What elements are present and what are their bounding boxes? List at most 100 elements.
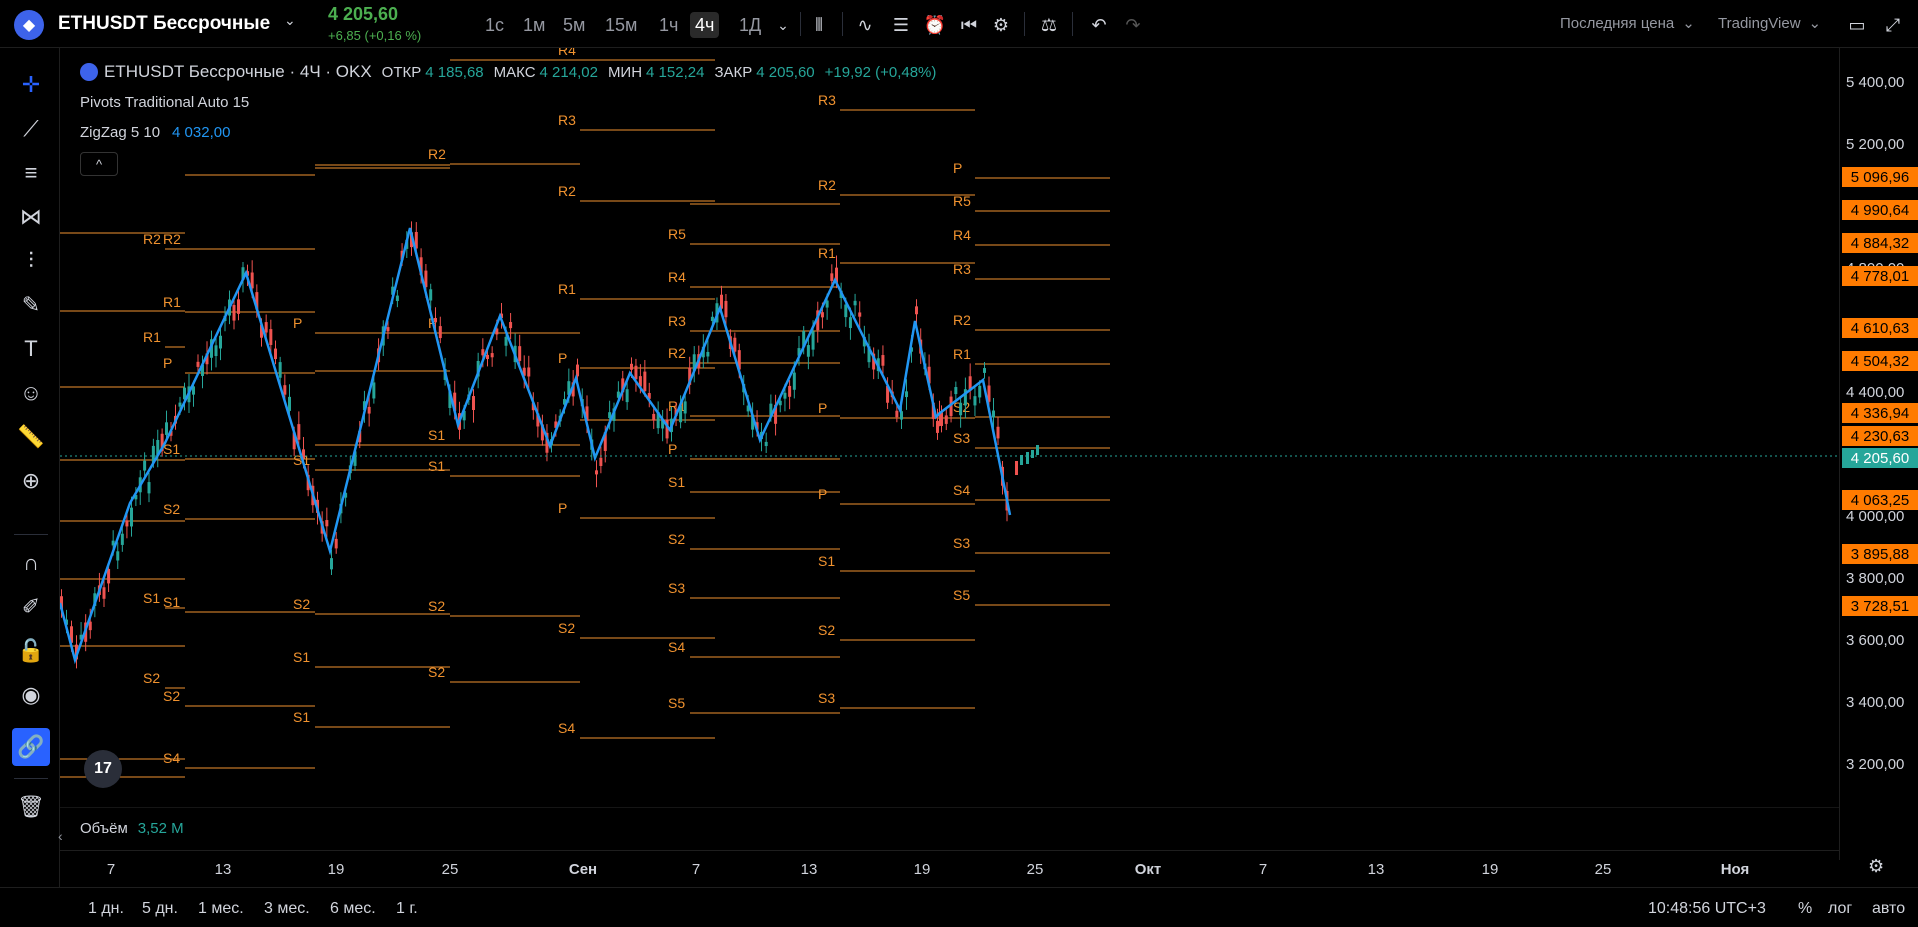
indicator-zigzag[interactable]: ZigZag 5 10 4 032,00 xyxy=(80,124,230,141)
candle-body xyxy=(905,391,908,398)
trash-icon[interactable]: 🗑 xyxy=(12,788,50,826)
pivot-label: R5 xyxy=(668,226,686,242)
brand-menu[interactable]: TradingView ⌄ xyxy=(1718,14,1821,33)
price-type-menu[interactable]: Последняя цена ⌄ xyxy=(1560,14,1695,33)
templates-icon[interactable]: ☰ xyxy=(888,12,914,38)
prediction-icon[interactable]: ⫶ xyxy=(12,242,50,280)
indicators-icon[interactable]: ∿ xyxy=(852,12,878,38)
low-value: 4 152,24 xyxy=(646,63,705,81)
pivot-price-badge: 4 884,32 xyxy=(1842,233,1918,253)
emoji-icon[interactable]: ☺ xyxy=(12,374,50,412)
indicator-pivots[interactable]: Pivots Traditional Auto 15 xyxy=(80,94,253,111)
low-label: МИН xyxy=(607,63,643,81)
pivot-label: R1 xyxy=(163,294,181,310)
time-tick: 13 xyxy=(1367,861,1385,878)
auto-toggle[interactable]: авто xyxy=(1872,900,1905,918)
chevron-left-icon[interactable]: ‹ xyxy=(58,828,63,844)
crosshair-icon[interactable]: ✛ xyxy=(12,66,50,104)
pivot-label: S2 xyxy=(143,670,160,686)
redo-icon[interactable]: ↷ xyxy=(1120,12,1146,38)
candle-body xyxy=(434,318,437,323)
timeframe-5m[interactable]: 5м xyxy=(558,12,590,38)
trend-line-icon[interactable]: ⟋ xyxy=(12,110,50,148)
pivot-label: P xyxy=(163,355,172,371)
candle-body xyxy=(283,385,287,395)
candle-body xyxy=(625,389,629,403)
candle-body xyxy=(820,312,824,318)
pivot-label: R1 xyxy=(818,245,836,261)
price-type-label: Последняя цена xyxy=(1560,14,1675,32)
undo-icon[interactable]: ↶ xyxy=(1086,12,1112,38)
pivot-label: S4 xyxy=(953,482,970,498)
legend-title[interactable]: ETHUSDT Бессрочные · 4Ч · OKX xyxy=(104,62,372,82)
percent-toggle[interactable]: % xyxy=(1798,900,1812,918)
range-1m[interactable]: 1 мес. xyxy=(198,900,244,918)
current-price-badge: 4 205,60 xyxy=(1842,448,1918,468)
candle-body xyxy=(915,306,918,315)
timeframe-1s[interactable]: 1с xyxy=(480,12,509,38)
candle-body xyxy=(599,457,603,467)
candle-body xyxy=(237,299,240,314)
brush-icon[interactable]: ✎ xyxy=(12,286,50,324)
clock[interactable]: 10:48:56 UTC+3 xyxy=(1648,900,1766,918)
chevron-down-icon[interactable]: ⌄ xyxy=(284,12,296,29)
settings-gear-icon[interactable]: ⚙ xyxy=(988,12,1014,38)
alert-icon[interactable]: ⏰ xyxy=(922,12,948,38)
eye-icon[interactable]: ◉ xyxy=(12,676,50,714)
close-value: 4 205,60 xyxy=(756,63,815,81)
timeframe-1h[interactable]: 1ч xyxy=(654,12,683,38)
pivot-label: S2 xyxy=(163,688,180,704)
range-5d[interactable]: 5 дн. xyxy=(142,900,178,918)
chart-area[interactable]: R2R1S2S2R2R1PS1S2S1S2S4S1PS1S2S1S1R2PS1S… xyxy=(60,48,1839,837)
timeframe-dropdown-icon[interactable]: ⌄ xyxy=(770,12,796,38)
link-icon[interactable]: 🔗 xyxy=(12,728,50,766)
pivot-label: P xyxy=(953,160,962,176)
symbol-name[interactable]: ETHUSDT Бессрочные xyxy=(58,13,270,35)
price-axis[interactable]: 5 400,00 5 200,00 4 800,00 4 400,00 4 00… xyxy=(1839,48,1918,860)
pivot-price-badge: 3 895,88 xyxy=(1842,544,1918,564)
candle-body xyxy=(116,551,120,561)
bar-type-icon[interactable]: ⫴ xyxy=(806,12,832,38)
pivot-label: S1 xyxy=(818,553,835,569)
timeframe-4h[interactable]: 4ч xyxy=(690,12,720,38)
range-1y[interactable]: 1 г. xyxy=(396,900,418,918)
layout-icon[interactable]: ▭ xyxy=(1844,12,1870,38)
range-1d[interactable]: 1 дн. xyxy=(88,900,124,918)
candle-body xyxy=(278,362,282,378)
time-axis[interactable]: 7 13 19 25 Сен 7 13 19 25 Окт 7 13 19 25… xyxy=(60,850,1839,886)
timeframe-15m[interactable]: 15м xyxy=(600,12,642,38)
range-3m[interactable]: 3 мес. xyxy=(264,900,310,918)
ruler-icon[interactable]: 📏 xyxy=(12,418,50,456)
pivot-label: S2 xyxy=(293,596,310,612)
timeframe-1d[interactable]: 1Д xyxy=(734,12,766,38)
lock-icon[interactable]: 🔓 xyxy=(12,632,50,670)
ethereum-icon[interactable]: ◆ xyxy=(14,10,44,40)
fib-icon[interactable]: ≡ xyxy=(12,154,50,192)
tradingview-logo[interactable]: 17 xyxy=(84,750,122,788)
candle-body xyxy=(830,273,834,281)
log-toggle[interactable]: лог xyxy=(1828,900,1852,918)
pivot-label: S3 xyxy=(668,580,685,596)
zoom-icon[interactable]: ⊕ xyxy=(12,462,50,500)
text-icon[interactable]: T xyxy=(12,330,50,368)
brand-label: TradingView xyxy=(1718,14,1801,32)
stay-drawing-icon[interactable]: ✐ xyxy=(12,588,50,626)
price-chart[interactable]: R2R1S2S2R2R1PS1S2S1S2S4S1PS1S2S1S1R2PS1S… xyxy=(60,48,1839,808)
price-tick: 3 600,00 xyxy=(1846,632,1905,649)
range-6m[interactable]: 6 мес. xyxy=(330,900,376,918)
timeframe-1m[interactable]: 1м xyxy=(518,12,550,38)
pattern-icon[interactable]: ⋈ xyxy=(12,198,50,236)
scales-icon[interactable]: ⚖ xyxy=(1036,12,1062,38)
pivot-label: R1 xyxy=(558,281,576,297)
axis-settings-icon[interactable]: ⚙ xyxy=(1868,856,1884,877)
candle-body xyxy=(683,401,687,414)
volume-value: 3,52 M xyxy=(137,820,184,837)
replay-icon[interactable]: ⏮ xyxy=(956,12,982,38)
magnet-icon[interactable]: ∩ xyxy=(12,544,50,582)
fullscreen-icon[interactable]: ⤢ xyxy=(1880,12,1906,38)
pivot-price-badge: 4 063,25 xyxy=(1842,490,1918,510)
collapse-legend-button[interactable]: ^ xyxy=(80,152,118,176)
pivot-label: R2 xyxy=(428,146,446,162)
price-tick: 3 200,00 xyxy=(1846,756,1905,773)
volume-label: Объём xyxy=(80,820,128,837)
